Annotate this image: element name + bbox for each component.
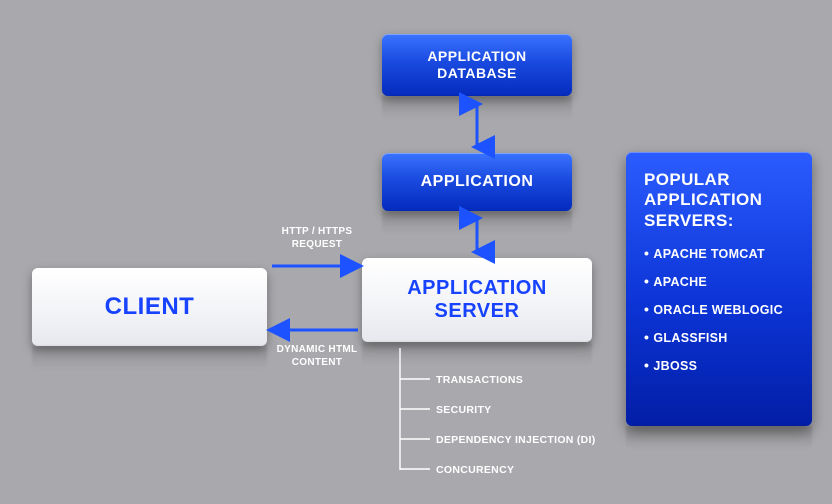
list-item: GLASSFISH: [644, 329, 796, 345]
arrow-request-label: HTTP / HTTPS REQUEST: [262, 226, 372, 251]
list-item: APACHE: [644, 273, 796, 289]
popular-servers-list: APACHE TOMCAT APACHE ORACLE WEBLOGIC GLA…: [644, 245, 796, 373]
node-client: CLIENT: [32, 268, 267, 346]
popular-servers-title: POPULAR APPLICATION SERVERS:: [644, 170, 796, 231]
feature-bracket: [400, 348, 430, 470]
popular-servers-panel: POPULAR APPLICATION SERVERS: APACHE TOMC…: [626, 152, 812, 426]
node-application-database-label: APPLICATION DATABASE: [392, 48, 562, 82]
node-application-server: APPLICATION SERVER: [362, 258, 592, 342]
list-item: JBOSS: [644, 357, 796, 373]
list-item: ORACLE WEBLOGIC: [644, 301, 796, 317]
feature-concurrency: CONCURENCY: [436, 464, 514, 476]
node-application-database: APPLICATION DATABASE: [382, 34, 572, 96]
node-application-server-label: APPLICATION SERVER: [372, 277, 582, 323]
node-application: APPLICATION: [382, 153, 572, 211]
feature-security: SECURITY: [436, 404, 492, 416]
node-client-label: CLIENT: [105, 293, 195, 321]
arrow-response-label: DYNAMIC HTML CONTENT: [262, 344, 372, 369]
feature-transactions: TRANSACTIONS: [436, 374, 523, 386]
list-item: APACHE TOMCAT: [644, 245, 796, 261]
feature-dependency-injection: DEPENDENCY INJECTION (DI): [436, 434, 596, 446]
node-application-label: APPLICATION: [421, 173, 534, 191]
